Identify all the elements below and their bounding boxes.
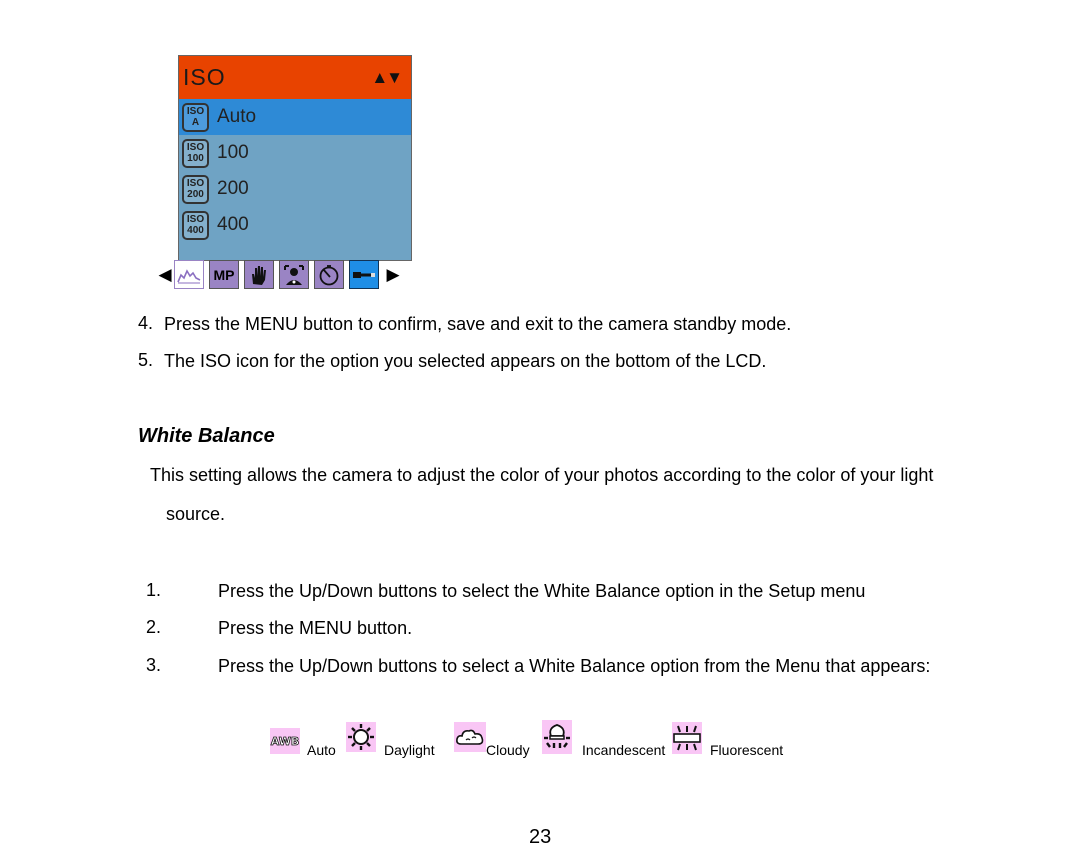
iso-option-list: ISO A Auto ISO 100 100 ISO 200 200 ISO 4… xyxy=(179,99,411,243)
setup-wrench-icon[interactable] xyxy=(349,260,379,289)
megapixel-icon[interactable]: MP xyxy=(209,260,239,289)
iso-option-400[interactable]: ISO 400 400 xyxy=(179,207,411,243)
iso-menu-screen: ISO ▲▼ ISO A Auto ISO 100 100 ISO 200 20… xyxy=(178,55,412,261)
step-number: 1. xyxy=(146,580,162,600)
iso-icon-bottom: 100 xyxy=(187,153,204,164)
iso-icon-top: ISO xyxy=(186,142,205,153)
step-number: 2. xyxy=(146,617,162,637)
step-text: Press the Up/Down buttons to select a Wh… xyxy=(218,656,931,676)
wb-label: Daylight xyxy=(384,742,435,758)
iso-option-200[interactable]: ISO 200 200 xyxy=(179,171,411,207)
step-text: Press the MENU button to confirm, save a… xyxy=(164,314,792,334)
iso-menu-header: ISO ▲▼ xyxy=(179,56,411,99)
step-number: 5. xyxy=(138,350,154,370)
iso-icon-top: ISO xyxy=(186,106,205,117)
face-detect-icon[interactable] xyxy=(279,260,309,289)
page-number: 23 xyxy=(529,826,552,848)
cloudy-icon xyxy=(454,722,486,752)
wb-label: Incandescent xyxy=(582,742,666,758)
iso-icon-bottom: 200 xyxy=(187,189,204,200)
megapixel-label: MP xyxy=(213,266,235,283)
iso-menu-title: ISO xyxy=(183,64,226,90)
iso-option-label: 200 xyxy=(217,178,249,199)
wb-label: Fluorescent xyxy=(710,742,784,758)
iso-option-label: 100 xyxy=(217,142,249,163)
iso-option-label: 400 xyxy=(217,214,249,235)
iso-100-icon: ISO 100 xyxy=(182,138,209,168)
iso-icon-top: ISO xyxy=(186,214,205,225)
incandescent-bulb-icon xyxy=(542,720,572,754)
right-arrow-icon[interactable]: ▶ xyxy=(384,265,402,285)
section-heading: White Balance xyxy=(138,425,275,447)
menu-tab-bar: ◀ MP ▶ xyxy=(156,259,402,290)
iso-200-icon: ISO 200 xyxy=(182,174,209,204)
iso-icon-bottom: 400 xyxy=(187,225,204,236)
step-text: Press the Up/Down buttons to select the … xyxy=(218,581,866,601)
self-timer-icon[interactable] xyxy=(314,260,344,289)
iso-icon-top: ISO xyxy=(186,178,205,189)
iso-option-100[interactable]: ISO 100 100 xyxy=(179,135,411,171)
section-intro: This setting allows the camera to adjust… xyxy=(150,465,934,485)
iso-400-icon: ISO 400 xyxy=(182,210,209,240)
iso-auto-icon: ISO A xyxy=(182,102,209,132)
awb-icon: AWB xyxy=(270,728,300,754)
awb-icon-text: AWB xyxy=(270,734,300,748)
wb-label: Cloudy xyxy=(486,742,530,758)
step-text: Press the MENU button. xyxy=(218,618,413,638)
up-down-arrows-icon: ▲▼ xyxy=(371,67,403,87)
fluorescent-tube-icon xyxy=(672,722,702,754)
daylight-sun-icon xyxy=(346,722,376,752)
wb-label: Auto xyxy=(307,742,336,758)
iso-option-auto[interactable]: ISO A Auto xyxy=(179,99,411,135)
section-intro-continued: source. xyxy=(166,504,226,524)
hand-stabilizer-icon[interactable] xyxy=(244,260,274,289)
step-number: 3. xyxy=(146,655,162,675)
iso-icon-bottom: A xyxy=(191,117,200,128)
histogram-icon[interactable] xyxy=(174,260,204,289)
step-text: The ISO icon for the option you selected… xyxy=(164,351,767,371)
left-arrow-icon[interactable]: ◀ xyxy=(156,265,174,285)
step-number: 4. xyxy=(138,313,154,333)
iso-option-label: Auto xyxy=(217,106,257,127)
